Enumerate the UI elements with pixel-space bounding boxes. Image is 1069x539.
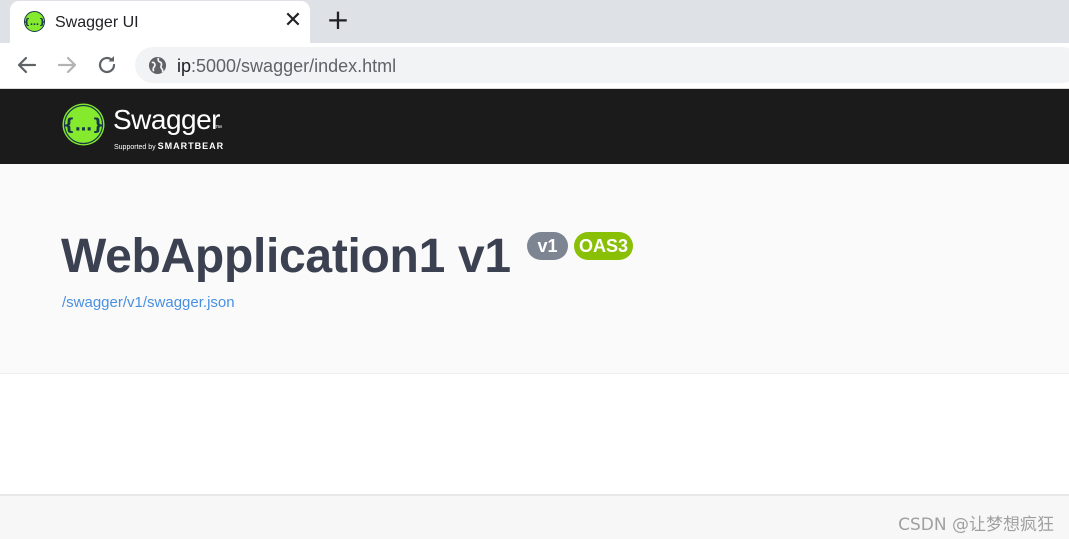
- logo-wordmark: Swagger: [113, 104, 221, 135]
- new-tab-button[interactable]: +: [324, 5, 352, 35]
- browser-tabstrip: {…} Swagger UI ✕ +: [0, 0, 1069, 43]
- close-icon[interactable]: ✕: [280, 8, 306, 34]
- browser-toolbar: ip:5000/swagger/index.html: [0, 43, 1069, 88]
- version-badge: v1: [527, 232, 568, 260]
- smartbear-brand: SMARTBEAR: [157, 141, 225, 151]
- svg-text:{…}: {…}: [63, 116, 104, 136]
- logo-trademark: ™: [215, 125, 222, 132]
- url-text[interactable]: ip:5000/swagger/index.html: [177, 56, 396, 77]
- swagger-topbar: {…} Swagger ™ Supported by SMARTBEAR: [0, 89, 1069, 164]
- logo-subtitle: Supported by SMARTBEAR: [114, 141, 224, 151]
- api-info-section: WebApplication1 v1 v1 OAS3 /swagger/v1/s…: [0, 164, 1069, 374]
- svg-text:{…}: {…}: [24, 18, 45, 28]
- browser-tab[interactable]: {…} Swagger UI ✕: [10, 1, 310, 43]
- supported-by-text: Supported by: [114, 144, 156, 151]
- globe-icon[interactable]: [148, 56, 167, 75]
- watermark-text: CSDN @让梦想疯狂: [898, 515, 1054, 535]
- tab-title: Swagger UI: [55, 14, 139, 31]
- oas-badge: OAS3: [574, 232, 633, 260]
- footer-area: CSDN @让梦想疯狂: [0, 496, 1069, 539]
- swagger-logo-link[interactable]: {…} Swagger ™ Supported by SMARTBEAR: [62, 101, 252, 153]
- api-title: WebApplication1 v1: [61, 230, 511, 283]
- address-bar[interactable]: ip:5000/swagger/index.html: [135, 47, 1069, 83]
- swagger-icon: {…}: [24, 11, 45, 32]
- arrow-right-icon[interactable]: [54, 52, 80, 78]
- spec-json-link[interactable]: /swagger/v1/swagger.json: [62, 294, 235, 311]
- reload-icon[interactable]: [94, 52, 120, 78]
- url-host: ip: [177, 56, 192, 76]
- arrow-left-icon[interactable]: [14, 52, 40, 78]
- swagger-logo-icon: {…}: [62, 103, 105, 146]
- url-path: :5000/swagger/index.html: [191, 56, 397, 76]
